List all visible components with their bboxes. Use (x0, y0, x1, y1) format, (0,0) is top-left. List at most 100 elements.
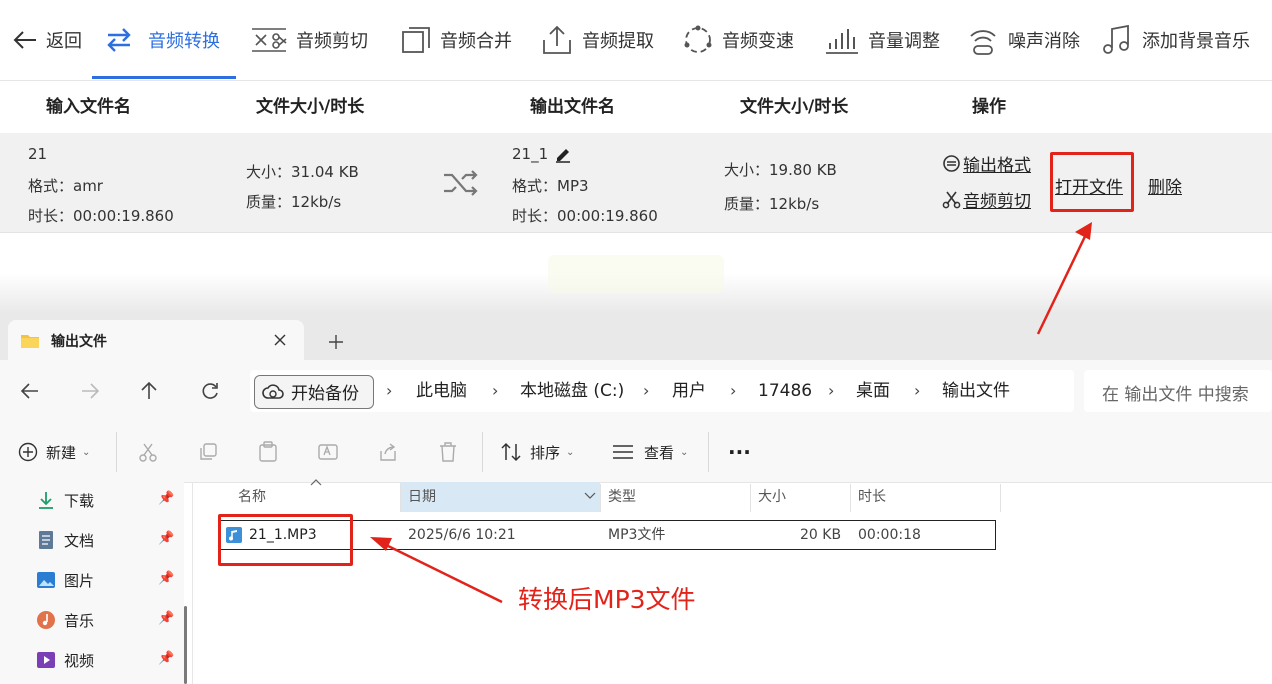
chevron-right-icon: › (643, 381, 650, 400)
breadcrumb-user[interactable]: 17486 (758, 370, 812, 412)
explorer-tab[interactable]: 输出文件 (8, 320, 304, 360)
music-icon (37, 611, 55, 629)
divider (116, 432, 117, 472)
sidebar-item-music[interactable]: 音乐 (36, 600, 94, 640)
active-tab-indicator (92, 76, 236, 79)
sidebar-item-label: 视频 (64, 651, 95, 670)
more-button[interactable]: ··· (728, 422, 751, 482)
cut-icon[interactable] (138, 442, 158, 462)
view-button[interactable]: 查看 ⌄ (612, 422, 688, 482)
divider (600, 484, 601, 512)
column-header-name[interactable]: 名称 (238, 482, 266, 512)
column-header-type[interactable]: 类型 (608, 482, 636, 512)
tab-audio-merge[interactable]: 音频合并 (400, 0, 512, 80)
output-format-link[interactable]: 输出格式 (942, 151, 1031, 176)
tab-label: 音频变速 (722, 31, 794, 52)
backup-button[interactable]: 开始备份 (254, 375, 374, 409)
sort-label: 排序 (530, 443, 561, 462)
chevron-down-icon: ⌄ (82, 446, 91, 458)
tab-audio-cut[interactable]: 音频剪切 (250, 0, 368, 80)
file-duration: 00:00:18 (858, 527, 921, 543)
tab-noise-removal[interactable]: 噪声消除 (966, 0, 1080, 80)
back-label: 返回 (46, 31, 82, 52)
pin-icon[interactable]: 📌 (158, 611, 174, 626)
divider (850, 484, 851, 512)
chevron-up-icon (310, 479, 322, 486)
column-header-size[interactable]: 大小 (758, 482, 786, 512)
column-header-date[interactable]: 日期 (408, 482, 436, 512)
tab-label: 音频转换 (148, 31, 220, 52)
search-box[interactable]: 在 输出文件 中搜索 (1084, 370, 1272, 412)
sidebar-scrollbar[interactable] (184, 606, 187, 684)
search-placeholder: 在 输出文件 中搜索 (1102, 385, 1249, 405)
back-arrow-icon[interactable] (20, 382, 40, 400)
tab-add-bgm[interactable]: 添加背景音乐 (1100, 0, 1250, 80)
delete-icon[interactable] (438, 441, 458, 463)
tab-audio-speed[interactable]: 音频变速 (682, 0, 794, 80)
chevron-down-icon[interactable] (584, 492, 596, 500)
chevron-down-icon: ⌄ (680, 446, 689, 458)
pencil-icon[interactable] (554, 145, 572, 163)
upload-icon (543, 25, 571, 54)
up-arrow-icon[interactable] (140, 381, 158, 401)
tab-volume-adjust[interactable]: 音量调整 (824, 0, 940, 80)
breadcrumb-local-disk[interactable]: 本地磁盘 (C:) (520, 370, 624, 412)
rename-icon[interactable] (318, 442, 338, 462)
highlight-file-box (218, 514, 353, 566)
folder-icon (21, 335, 39, 348)
music-note-icon (1103, 24, 1129, 54)
new-label: 新建 (46, 443, 77, 462)
close-icon[interactable] (274, 334, 286, 346)
sidebar-item-documents[interactable]: 文档 (36, 520, 94, 560)
sort-button[interactable]: 排序 ⌄ (500, 422, 574, 482)
pin-icon[interactable]: 📌 (158, 651, 174, 666)
output-duration: 时长：00:00:19.860 (512, 207, 658, 225)
breadcrumb-desktop[interactable]: 桌面 (856, 370, 890, 412)
header-input-name: 输入文件名 (46, 97, 131, 117)
output-quality: 质量：12kb/s (724, 195, 820, 213)
new-button[interactable]: 新建 ⌄ (18, 422, 90, 482)
sidebar-item-label: 文档 (64, 531, 95, 550)
pin-icon[interactable]: 📌 (158, 571, 174, 586)
back-button[interactable]: 返回 (12, 0, 82, 80)
audio-cut-link[interactable]: 音频剪切 (942, 187, 1031, 212)
divider (400, 484, 401, 512)
divider (482, 432, 483, 472)
delete-link[interactable]: 删除 (1148, 173, 1182, 198)
breadcrumb-output-folder[interactable]: 输出文件 (942, 370, 1010, 412)
sidebar-item-videos[interactable]: 视频 (36, 640, 94, 680)
audio-cut-label: 音频剪切 (963, 192, 1031, 212)
speed-icon (684, 25, 712, 53)
tab-label: 音频提取 (582, 31, 654, 52)
breadcrumb-users[interactable]: 用户 (672, 370, 706, 412)
sidebar-item-pictures[interactable]: 图片 (36, 560, 94, 600)
tab-audio-convert[interactable]: 音频转换 (104, 0, 220, 80)
column-header-duration[interactable]: 时长 (858, 482, 886, 512)
pin-icon[interactable]: 📌 (158, 531, 174, 546)
arrow-left-icon (13, 31, 36, 49)
download-icon (39, 492, 53, 509)
view-label: 查看 (644, 443, 675, 462)
input-name: 21 (28, 145, 48, 163)
forward-arrow-icon[interactable] (80, 382, 100, 400)
breadcrumb-this-pc[interactable]: 此电脑 (416, 370, 467, 412)
tab-audio-extract[interactable]: 音频提取 (540, 0, 654, 80)
divider (192, 482, 193, 684)
output-format: 格式：MP3 (512, 177, 589, 195)
paste-icon[interactable] (258, 441, 278, 463)
output-size: 大小：19.80 KB (724, 161, 837, 179)
refresh-icon[interactable] (200, 381, 220, 401)
sidebar-item-downloads[interactable]: 下载 (36, 480, 94, 520)
tab-label: 噪声消除 (1008, 31, 1080, 52)
chevron-right-icon: › (492, 381, 499, 400)
pin-icon[interactable]: 📌 (158, 491, 174, 506)
tab-label: 音频剪切 (296, 31, 368, 52)
new-tab-icon[interactable] (328, 334, 344, 350)
header-output-name: 输出文件名 (530, 97, 615, 117)
divider (1000, 484, 1001, 512)
divider (708, 432, 709, 472)
share-icon[interactable] (378, 442, 398, 462)
copy-icon[interactable] (198, 442, 218, 462)
output-name-cell: 21_1 (512, 145, 572, 163)
scissors-icon (252, 28, 287, 52)
